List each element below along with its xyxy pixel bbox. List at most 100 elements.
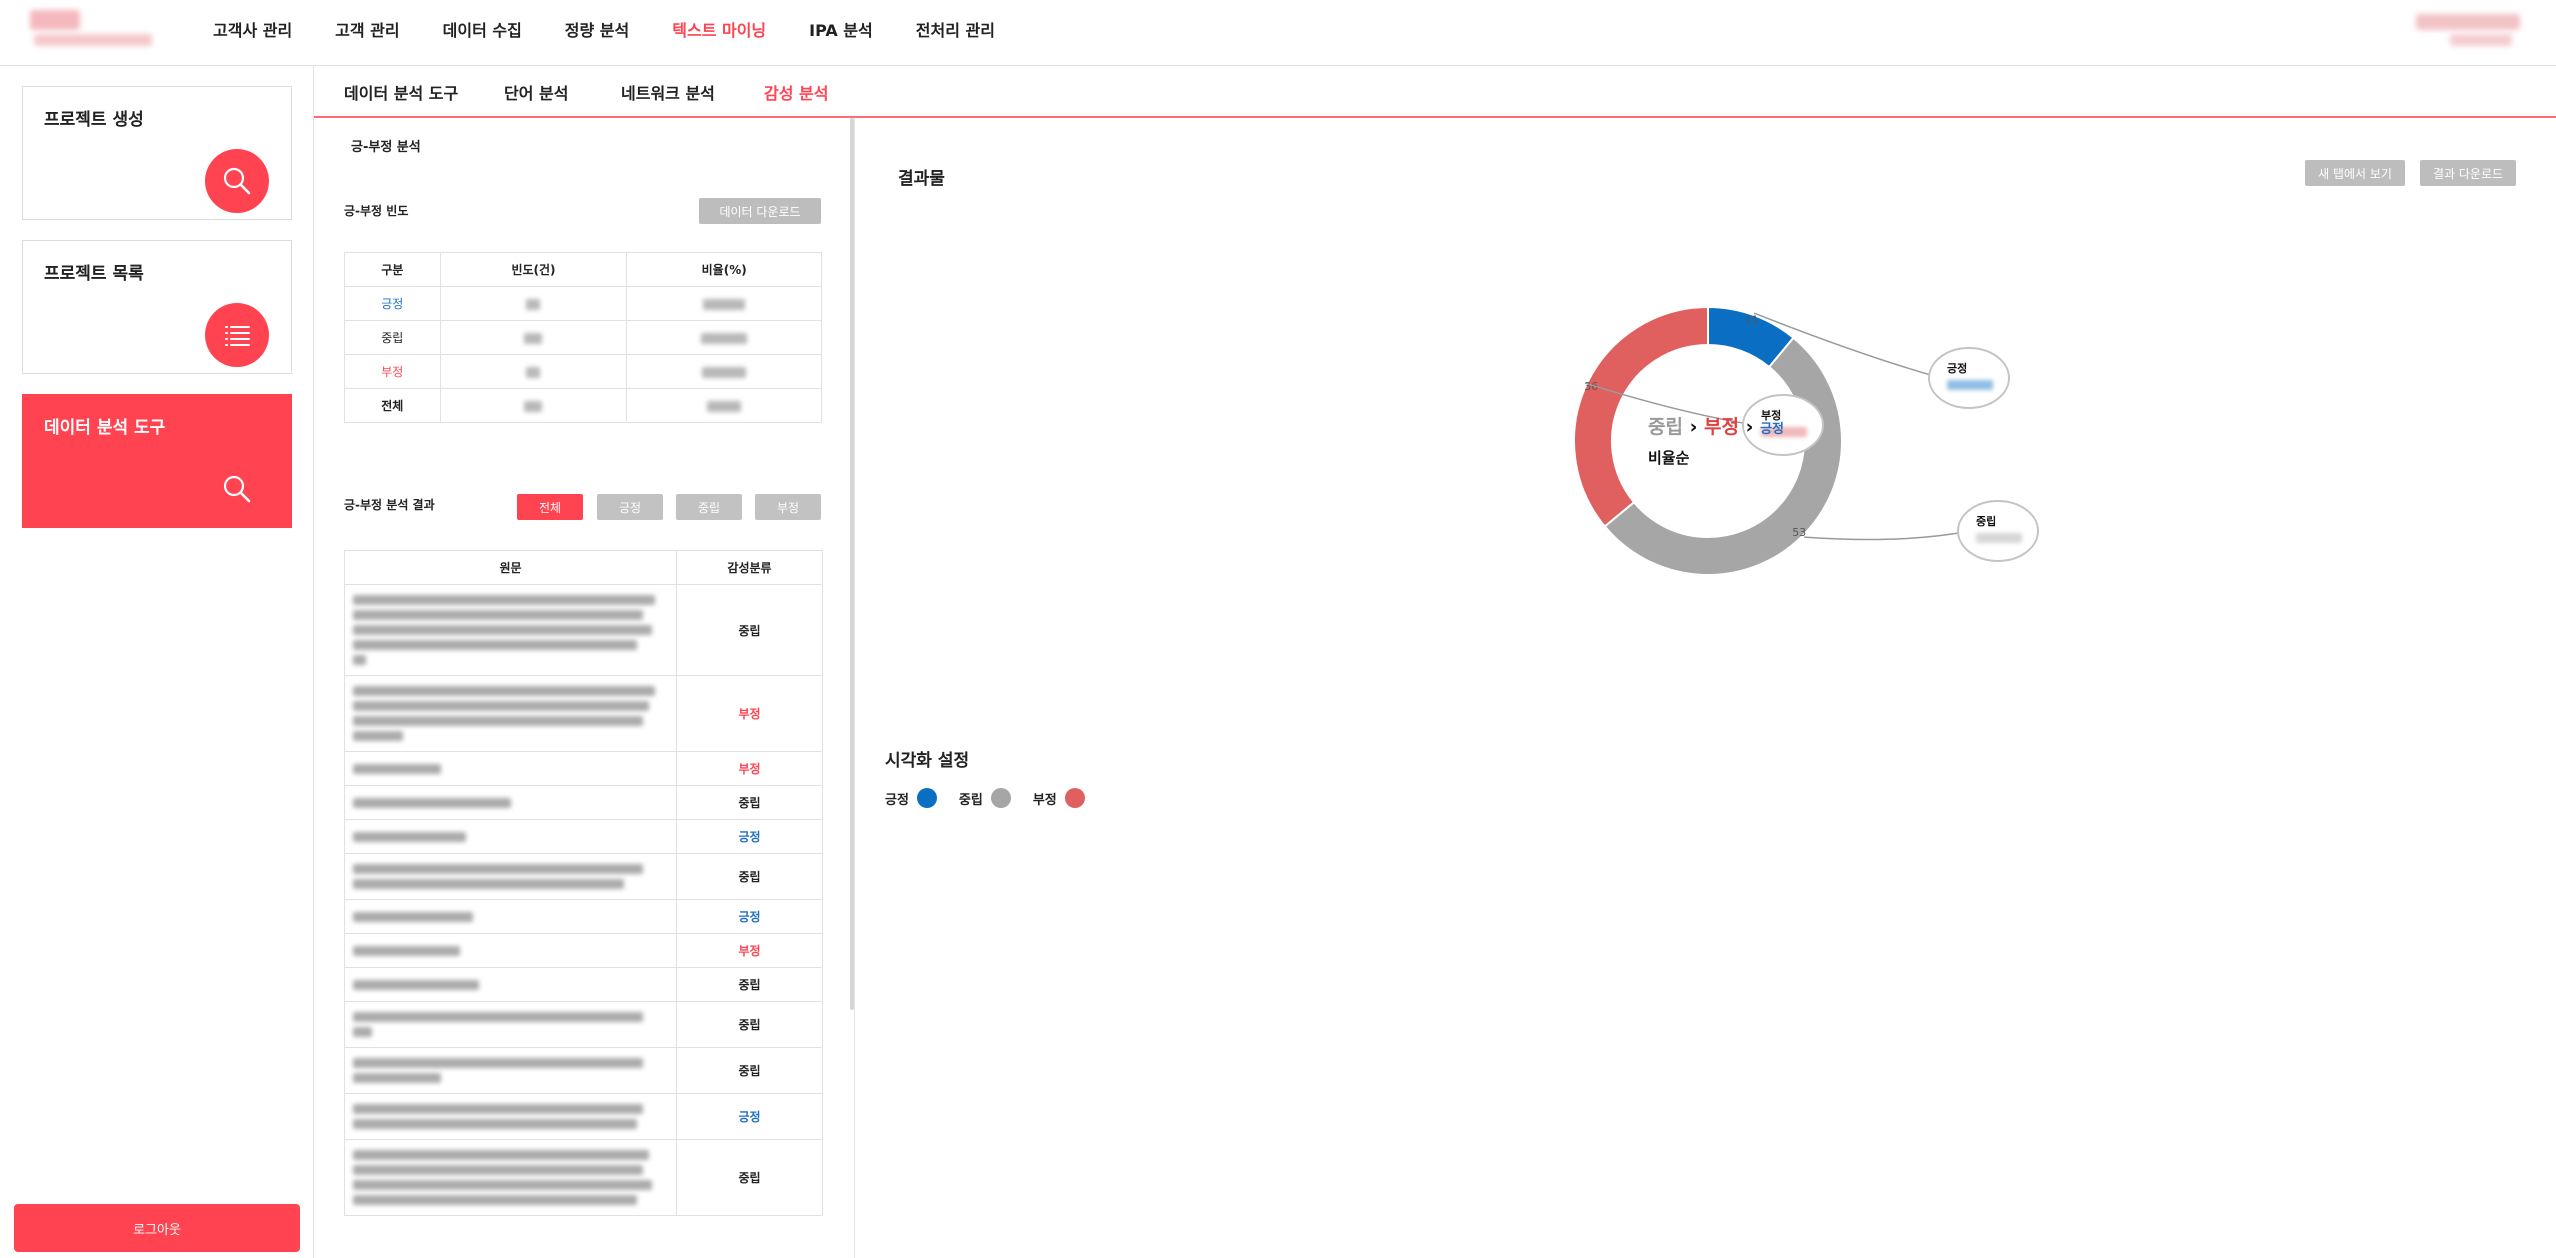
table-row[interactable]: 중립 <box>344 584 823 676</box>
table-row[interactable]: 부정 <box>344 933 823 968</box>
slice-value-label: 11 <box>1745 314 1759 327</box>
table-row: 중립 <box>344 320 822 355</box>
main-nav: 고객사 관리 고객 관리 데이터 수집 정량 분석 텍스트 마이닝 IPA 분석… <box>213 0 1038 58</box>
sentiment-label: 긍정 <box>676 819 823 854</box>
sidebar-item-project-create[interactable]: 프로젝트 생성 <box>22 86 292 220</box>
sub-tabs: 데이터 분석 도구 단어 분석 네트워크 분석 감성 분석 <box>314 66 2556 118</box>
original-text <box>344 751 677 786</box>
nav-data-collection[interactable]: 데이터 수집 <box>443 17 522 41</box>
freq-label: 중립 <box>344 320 441 355</box>
callout-label: 중립 <box>1976 515 1996 528</box>
tab-data-analysis-tool[interactable]: 데이터 분석 도구 <box>344 80 458 104</box>
sentiment-label: 부정 <box>676 751 823 786</box>
original-text <box>344 785 677 820</box>
sidebar-item-label: 프로젝트 생성 <box>44 110 144 130</box>
nav-preprocessing[interactable]: 전처리 관리 <box>916 17 995 41</box>
original-text <box>344 1001 677 1048</box>
table-header: 원문 <box>344 550 677 585</box>
section-title: 긍-부정 분석 <box>351 140 421 155</box>
result-panel-title: 결과물 <box>898 169 945 189</box>
table-row[interactable]: 중립 <box>344 1001 823 1048</box>
original-text <box>344 853 677 900</box>
filter-neutral-button[interactable]: 중립 <box>676 494 742 520</box>
table-row[interactable]: 부정 <box>344 751 823 786</box>
nav-customer-company[interactable]: 고객사 관리 <box>213 17 292 41</box>
freq-count <box>439 320 628 355</box>
callout-line <box>1804 530 1971 541</box>
original-text <box>344 1047 677 1094</box>
search-icon <box>205 457 269 521</box>
logout-button[interactable]: 로그아웃 <box>14 1204 300 1252</box>
color-swatch-negative[interactable] <box>1064 788 1085 808</box>
sentiment-donut-chart: 115336 긍정중립부정 중립 › 부정 › 긍정비율순 <box>1573 305 2039 576</box>
sentiment-label: 중립 <box>676 1047 823 1094</box>
sentiment-label: 긍정 <box>676 1093 823 1140</box>
table-header: 구분 <box>344 252 441 287</box>
table-row[interactable]: 중립 <box>344 785 823 820</box>
table-row[interactable]: 긍정 <box>344 1093 823 1140</box>
sentiment-label: 중립 <box>676 1001 823 1048</box>
callout-label: 긍정 <box>1947 361 1967 375</box>
tab-word-analysis[interactable]: 단어 분석 <box>504 80 568 104</box>
sentiment-label: 중립 <box>676 785 823 820</box>
table-row[interactable]: 긍정 <box>344 819 823 854</box>
original-text <box>344 967 677 1002</box>
user-info[interactable] <box>2416 14 2526 50</box>
original-text <box>344 1139 677 1216</box>
donut-center-subtitle: 비율순 <box>1648 449 1690 467</box>
table-row[interactable]: 중립 <box>344 1139 823 1216</box>
sentiment-label: 중립 <box>676 584 823 676</box>
table-header: 빈도(건) <box>439 252 628 287</box>
sentiment-label: 부정 <box>676 933 823 968</box>
table-header: 비율(%) <box>626 252 822 287</box>
viz-settings-title: 시각화 설정 <box>885 751 970 771</box>
nav-quant-analysis[interactable]: 정량 분석 <box>565 17 629 41</box>
freq-ratio <box>626 354 822 389</box>
legend-label: 중립 <box>958 792 983 808</box>
sidebar-item-project-list[interactable]: 프로젝트 목록 <box>22 240 292 374</box>
color-swatch-neutral[interactable] <box>990 788 1011 808</box>
original-text <box>344 1093 677 1140</box>
analysis-panel: 긍-부정 분석 긍-부정 빈도 데이터 다운로드 구분 빈도(건) 비율(%) … <box>314 118 850 1258</box>
original-text <box>344 584 677 676</box>
table-row: 부정 <box>344 354 822 389</box>
sidebar-item-data-analysis[interactable]: 데이터 분석 도구 <box>22 394 292 528</box>
original-text <box>344 899 677 934</box>
nav-customer[interactable]: 고객 관리 <box>335 17 399 41</box>
table-header: 감성분류 <box>676 550 823 585</box>
open-new-tab-button[interactable]: 새 탭에서 보기 <box>2305 160 2405 186</box>
color-swatch-positive[interactable] <box>916 788 937 808</box>
filter-positive-button[interactable]: 긍정 <box>597 494 663 520</box>
original-text <box>344 933 677 968</box>
tab-network-analysis[interactable]: 네트워크 분석 <box>621 80 715 104</box>
table-row: 전체 <box>344 388 822 423</box>
sentiment-label: 부정 <box>676 675 823 752</box>
top-header: 고객사 관리 고객 관리 데이터 수집 정량 분석 텍스트 마이닝 IPA 분석… <box>0 0 2556 66</box>
filter-all-button[interactable]: 전체 <box>517 494 583 520</box>
freq-title: 긍-부정 빈도 <box>344 204 409 218</box>
table-row[interactable]: 부정 <box>344 675 823 752</box>
original-text <box>344 675 677 752</box>
logo[interactable] <box>30 10 160 50</box>
search-icon <box>205 149 269 213</box>
table-row[interactable]: 중립 <box>344 853 823 900</box>
callout-label: 부정 <box>1761 408 1781 422</box>
freq-count <box>439 388 628 423</box>
data-download-button[interactable]: 데이터 다운로드 <box>699 198 821 224</box>
table-row[interactable]: 긍정 <box>344 899 823 934</box>
freq-table: 구분 빈도(건) 비율(%) 긍정 중립 부정 전체 <box>344 252 822 423</box>
nav-ipa-analysis[interactable]: IPA 분석 <box>809 17 873 41</box>
table-row: 긍정 <box>344 286 822 321</box>
freq-count <box>439 286 628 321</box>
tab-sentiment-analysis[interactable]: 감성 분석 <box>764 80 828 104</box>
download-result-button[interactable]: 결과 다운로드 <box>2420 160 2516 186</box>
nav-text-mining[interactable]: 텍스트 마이닝 <box>672 17 766 41</box>
table-row[interactable]: 중립 <box>344 1047 823 1094</box>
list-icon <box>205 303 269 367</box>
original-text <box>344 819 677 854</box>
legend: 긍정 중립 부정 <box>885 788 1107 808</box>
filter-negative-button[interactable]: 부정 <box>755 494 821 520</box>
callout-value-blurred <box>1976 533 2022 543</box>
table-row[interactable]: 중립 <box>344 967 823 1002</box>
sidebar-item-label: 데이터 분석 도구 <box>44 418 166 438</box>
